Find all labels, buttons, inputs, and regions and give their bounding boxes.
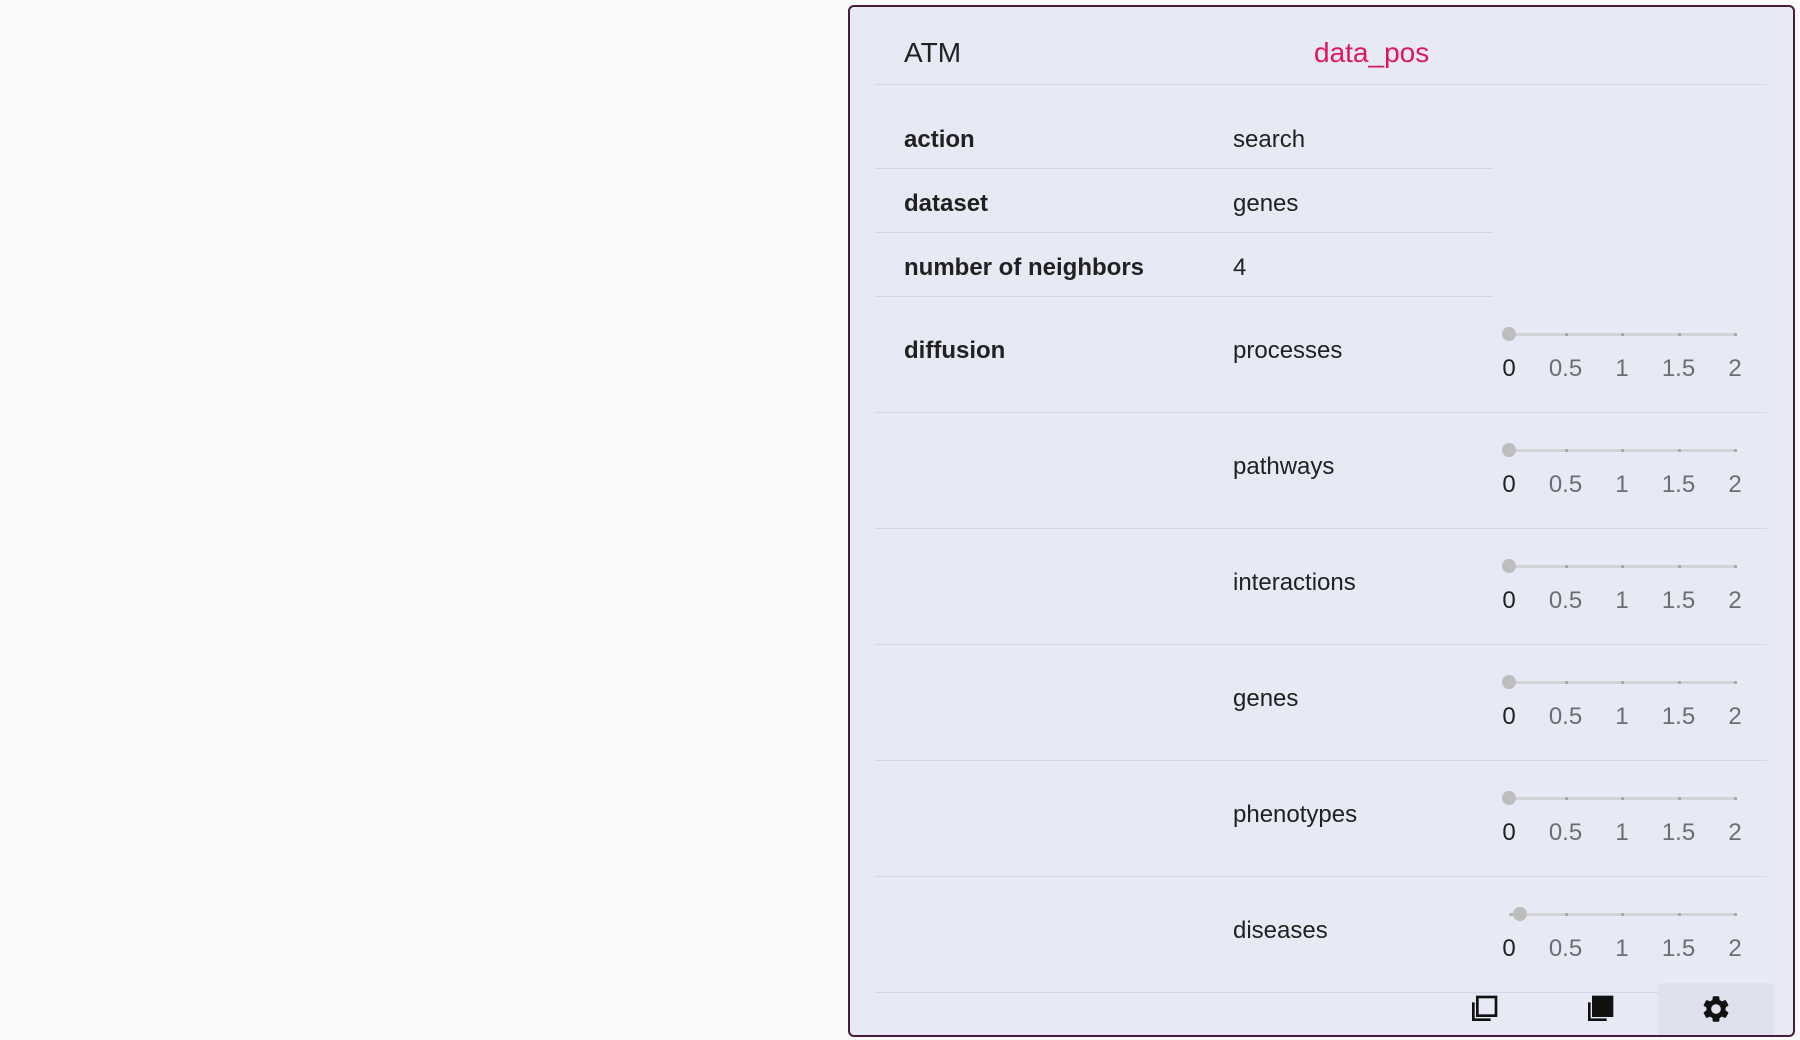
slider-tick — [1621, 333, 1624, 336]
slider-tick-label: 2 — [1728, 471, 1742, 498]
slider-tick-label: 1.5 — [1661, 587, 1696, 614]
slider-tick-label: 2 — [1728, 587, 1742, 614]
field-label: action — [904, 126, 975, 153]
slider-tick-label: 2 — [1728, 935, 1742, 962]
diffusion-source-label: processes — [1233, 337, 1343, 364]
slider-tick-label: 2 — [1728, 355, 1742, 382]
slider-tick — [1621, 449, 1624, 452]
slider-thumb[interactable] — [1502, 443, 1516, 457]
slider-tick-label: 1 — [1615, 819, 1629, 846]
slider-tick-label: 0.5 — [1548, 471, 1583, 498]
slider-tick-label: 0 — [1502, 355, 1516, 382]
diffusion-slider[interactable]: 0 0.5 1 1.5 2 — [1494, 317, 1764, 397]
field-label: number of neighbors — [904, 254, 1144, 281]
slider-tick — [1734, 681, 1737, 684]
slider-tick — [1621, 681, 1624, 684]
slider-tick-label: 0 — [1502, 703, 1516, 730]
slider-tick-label: 2 — [1728, 703, 1742, 730]
slider-tick-label: 1 — [1615, 471, 1629, 498]
diffusion-source-label: genes — [1233, 685, 1299, 712]
field-label: dataset — [904, 190, 989, 217]
slider-tick-label: 0 — [1502, 935, 1516, 962]
data-tag[interactable]: data_pos — [1314, 37, 1429, 69]
slider-tick-label: 1 — [1615, 355, 1629, 382]
diffusion-slider[interactable]: 0 0.5 1 1.5 2 — [1494, 781, 1764, 861]
slider-tick-label: 1 — [1615, 935, 1629, 962]
diffusion-slider[interactable]: 0 0.5 1 1.5 2 — [1494, 897, 1764, 977]
slider-tick — [1677, 565, 1681, 568]
slider-tick — [1621, 797, 1624, 800]
slider-tick-label: 1.5 — [1661, 471, 1696, 498]
slider-tick-label: 2 — [1728, 819, 1742, 846]
diffusion-row-interactions: interactions 0 0.5 1 1.5 2 — [876, 529, 1767, 645]
diffusion-row-processes: diffusion processes 0 0.5 1 1.5 2 — [876, 297, 1767, 413]
slider-tick-label: 1.5 — [1661, 355, 1696, 382]
gear-icon — [1703, 996, 1729, 1022]
slider-tick-label: 0.5 — [1548, 703, 1583, 730]
field-value: search — [1233, 126, 1306, 153]
slider-tick-label: 0.5 — [1548, 819, 1583, 846]
slider-tick-label: 0.5 — [1548, 935, 1583, 962]
slider-thumb[interactable] — [1502, 559, 1516, 573]
slider-tick-label: 1 — [1615, 587, 1629, 614]
slider-tick — [1564, 913, 1568, 916]
slider-tick-label: 1.5 — [1661, 935, 1696, 962]
slider-tick — [1564, 565, 1568, 568]
slider-tick — [1621, 913, 1624, 916]
diffusion-row-phenotypes: phenotypes 0 0.5 1 1.5 2 — [876, 761, 1767, 877]
slider-tick — [1564, 797, 1568, 800]
diffusion-row-pathways: pathways 0 0.5 1 1.5 2 — [876, 413, 1767, 529]
slider-tick-label: 1 — [1615, 703, 1629, 730]
slider-tick-label: 1.5 — [1661, 703, 1696, 730]
diffusion-slider[interactable]: 0 0.5 1 1.5 2 — [1494, 433, 1764, 513]
slider-tick — [1564, 681, 1568, 684]
slider-tick — [1677, 449, 1681, 452]
slider-thumb[interactable] — [1502, 327, 1516, 341]
field-value: genes — [1233, 190, 1299, 217]
copy-outline-button[interactable] — [1426, 983, 1542, 1035]
diffusion-source-label: phenotypes — [1233, 801, 1358, 828]
copy-filled-button[interactable] — [1542, 983, 1658, 1035]
gene-name: ATM — [904, 37, 962, 68]
diffusion-row-genes: genes 0 0.5 1 1.5 2 — [876, 645, 1767, 761]
slider-tick-label: 0 — [1502, 587, 1516, 614]
slider-tick — [1564, 333, 1568, 336]
copy-outline-icon — [1472, 995, 1498, 1021]
field-row-dataset: dataset genes — [876, 169, 1493, 233]
slider-tick — [1677, 913, 1681, 916]
copy-filled-icon — [1588, 995, 1614, 1021]
slider-tick — [1734, 913, 1737, 916]
slider-tick — [1677, 797, 1681, 800]
gene-card: ATM data_pos action search dataset genes… — [848, 5, 1795, 1037]
slider-tick — [1677, 681, 1681, 684]
slider-tick — [1734, 797, 1737, 800]
slider-tick-label: 0.5 — [1548, 587, 1583, 614]
diffusion-row-diseases: diseases 0 0.5 1 1.5 2 — [876, 877, 1767, 993]
field-value: 4 — [1233, 254, 1247, 281]
field-row-action: action search — [876, 105, 1493, 169]
slider-tick — [1677, 333, 1681, 336]
slider-tick — [1734, 449, 1737, 452]
diffusion-source-label: pathways — [1233, 453, 1335, 480]
slider-tick-label: 0 — [1502, 471, 1516, 498]
diffusion-source-label: interactions — [1233, 569, 1356, 596]
slider-tick — [1564, 449, 1568, 452]
diffusion-source-label: diseases — [1233, 917, 1328, 944]
settings-button[interactable] — [1658, 983, 1774, 1035]
slider-tick — [1734, 333, 1737, 336]
slider-tick — [1621, 565, 1624, 568]
card-header: ATM data_pos — [876, 7, 1767, 85]
diffusion-label: diffusion — [904, 337, 1006, 364]
slider-thumb[interactable] — [1502, 675, 1516, 689]
slider-thumb[interactable] — [1513, 907, 1528, 921]
diffusion-slider[interactable]: 0 0.5 1 1.5 2 — [1494, 549, 1764, 629]
slider-thumb[interactable] — [1502, 791, 1516, 805]
slider-tick-label: 0.5 — [1548, 355, 1583, 382]
slider-tick — [1734, 565, 1737, 568]
slider-tick-label: 1.5 — [1661, 819, 1696, 846]
slider-tick-label: 0 — [1502, 819, 1516, 846]
card-footer — [850, 983, 1793, 1035]
field-row-neighbors: number of neighbors 4 — [876, 233, 1493, 297]
diffusion-slider[interactable]: 0 0.5 1 1.5 2 — [1494, 665, 1764, 745]
